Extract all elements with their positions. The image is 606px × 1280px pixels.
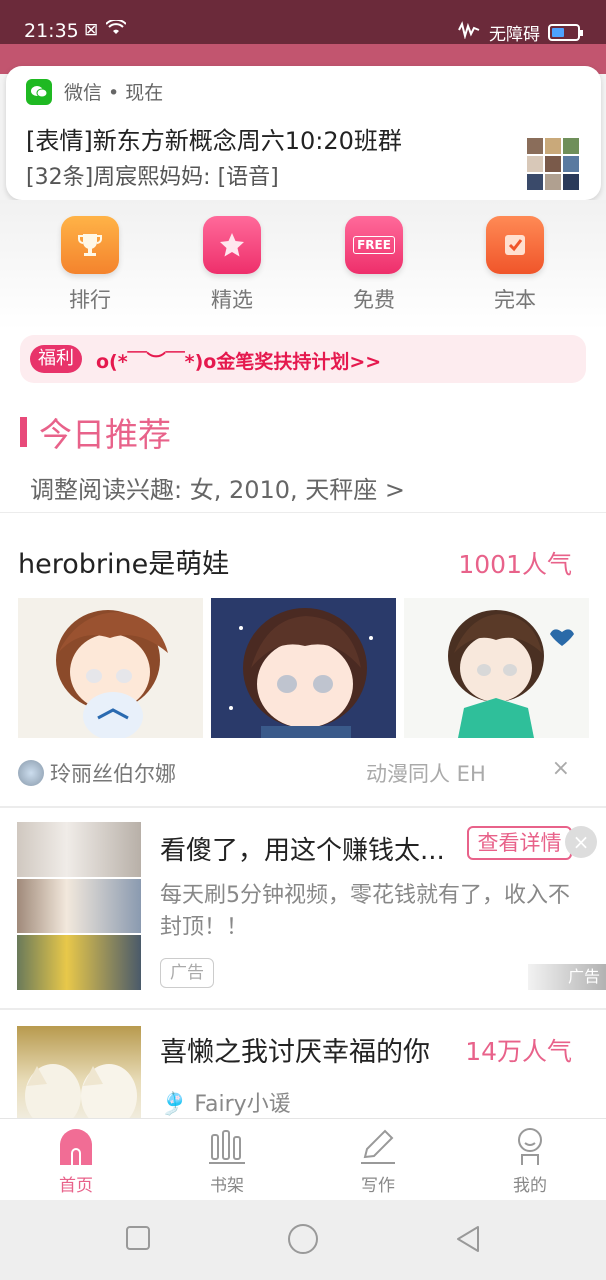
notification-x-icon: ⊠ [84,20,99,40]
book-tags: 动漫同人 EH [366,762,486,786]
interest-settings-link[interactable]: 调整阅读兴趣: 女, 2010, 天秤座 > [30,470,405,505]
author-avatar-icon: 🎐 [160,1092,188,1117]
dismiss-book-icon[interactable]: × [552,756,570,781]
category-ranking[interactable]: 排行 [50,216,130,314]
ad-badge: 广告 [160,958,214,988]
battery-icon [548,24,583,41]
ad-description: 每天刷5分钟视频，零花钱就有了，收入不封顶！！ [160,883,570,940]
recommend-title: 今日推荐 [39,415,171,454]
welfare-text: o(*￣︶￣*)o金笔奖扶持计划>> [96,351,382,373]
book-author-row: 玲丽丝伯尔娜 动漫同人 EH × [18,756,588,790]
book-popularity: 14万人气 [465,1037,572,1066]
author-name[interactable]: 玲丽丝伯尔娜 [50,758,176,788]
category-featured[interactable]: 精选 [192,216,272,314]
view-details-button[interactable]: 查看详情 [467,826,572,860]
back-icon[interactable] [454,1224,482,1258]
book-popularity: 1001人气 [458,550,572,579]
pencil-icon [358,1127,398,1165]
welfare-banner[interactable]: 福利 o(*￣︶￣*)o金笔奖扶持计划>> [20,335,586,383]
book-cover-image [404,598,589,738]
status-icons: ⊠ [84,18,127,41]
book-title[interactable]: herobrine是萌娃 [18,542,229,581]
accessibility-label: 无障碍 [489,25,540,45]
system-nav-bar [0,1200,606,1280]
book-cover-image [18,598,203,738]
notification-body: [32条]周宸熙妈妈: [语音] [26,165,279,190]
status-time: 21:35 [24,20,79,42]
trophy-icon [61,216,119,274]
ad-title[interactable]: 看傻了，用这个赚钱太... [160,830,445,867]
section-title: 今日推荐 [20,408,171,456]
welfare-tag: 福利 [30,345,82,373]
book-title[interactable]: 喜懒之我讨厌幸福的你 [160,1030,430,1069]
close-ad-icon[interactable]: × [565,826,597,858]
nav-home[interactable]: 首页 [36,1127,116,1196]
notification-title: [表情]新东方新概念周六10:20班群 [26,127,402,155]
book-cover-images[interactable] [18,598,589,738]
nav-bookshelf[interactable]: 书架 [187,1127,267,1196]
free-icon: FREE [345,216,403,274]
category-free[interactable]: FREE 免费 [334,216,414,314]
wechat-icon [26,78,52,105]
accessibility-icon [457,21,481,44]
book-cover-image [211,598,396,738]
bookshelf-icon [207,1127,247,1165]
recent-apps-icon[interactable] [124,1224,152,1256]
star-icon [203,216,261,274]
check-book-icon [486,216,544,274]
home-icon [56,1127,96,1165]
wechat-notification[interactable]: 微信 • 现在 [表情]新东方新概念周六10:20班群 [32条]周宸熙妈妈: … [6,66,601,200]
home-feed[interactable]: 排行 精选 FREE 免费 完本 福利 o(*￣︶￣*)o金笔奖扶持计划>> 今… [0,200,606,1118]
category-row: 排行 精选 FREE 免费 完本 [0,200,606,330]
ad-image[interactable] [17,822,141,991]
notification-app-name: 微信 • 现在 [64,82,164,104]
home-button-icon[interactable] [286,1222,320,1260]
group-avatar [527,138,579,190]
user-icon [510,1127,550,1165]
ad-corner-badge: 广告 [528,964,606,990]
book-cover-image[interactable] [17,1026,141,1118]
category-finished[interactable]: 完本 [475,216,555,314]
bottom-nav: 首页 书架 写作 我的 [0,1118,606,1200]
wifi-icon [105,18,127,41]
author-avatar [18,760,44,786]
author-name[interactable]: 🎐 Fairy小谖 [160,1086,291,1118]
nav-write[interactable]: 写作 [338,1127,418,1196]
nav-profile[interactable]: 我的 [490,1127,570,1196]
